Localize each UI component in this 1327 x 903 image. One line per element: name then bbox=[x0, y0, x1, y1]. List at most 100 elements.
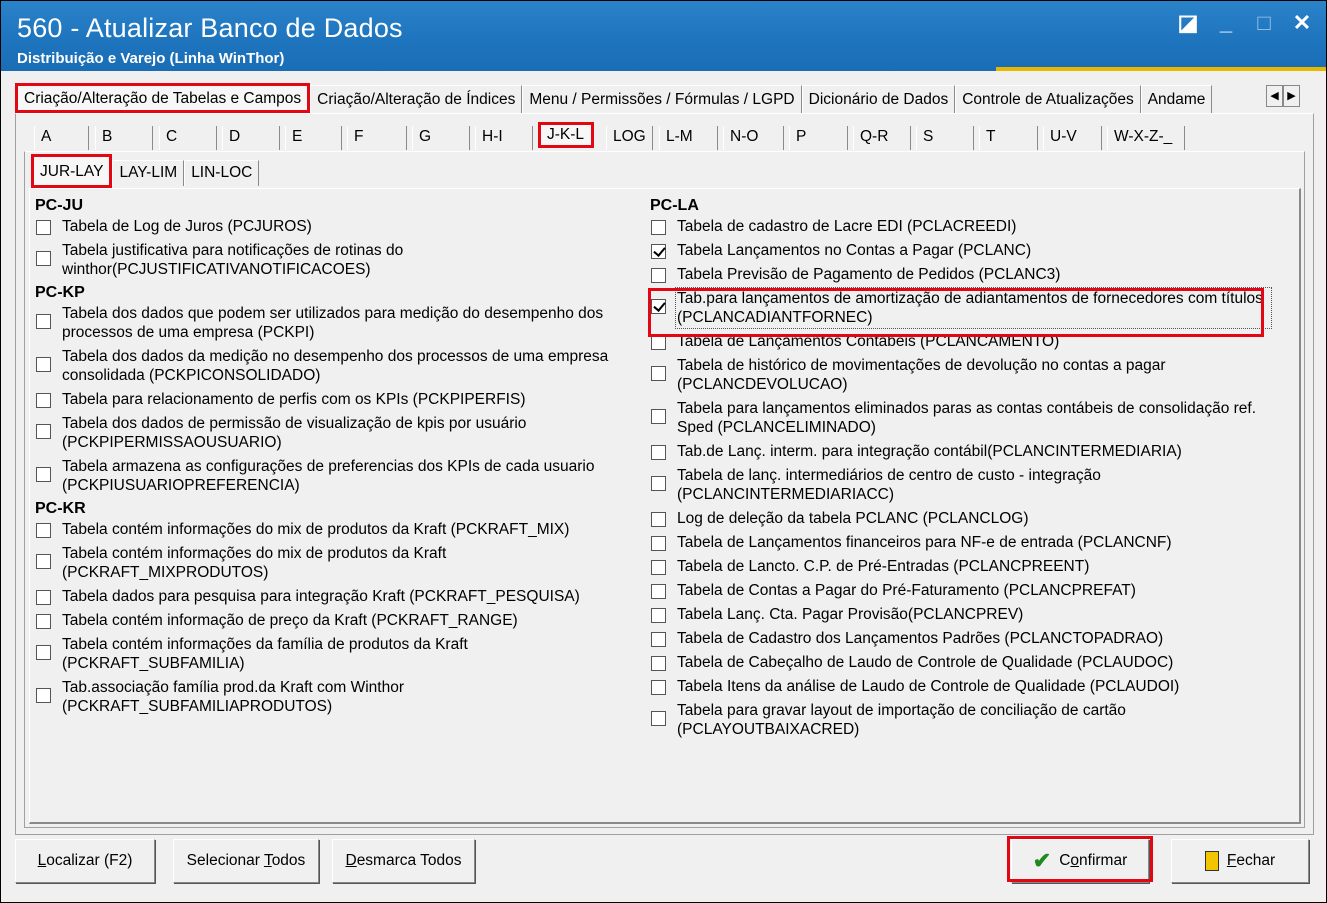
table-checkbox-item[interactable]: Tabela contém informações da família de … bbox=[35, 635, 635, 673]
table-checkbox-item[interactable]: Tabela de Cabeçalho de Laudo de Controle… bbox=[650, 653, 1270, 672]
letter-tab[interactable]: H-I bbox=[475, 126, 533, 150]
checkbox-label: Tabela de Cabeçalho de Laudo de Controle… bbox=[677, 654, 1174, 671]
checkbox[interactable] bbox=[651, 632, 666, 647]
checkbox[interactable] bbox=[36, 523, 51, 538]
table-checkbox-item[interactable]: Tabela contém informação de preço da Kra… bbox=[35, 611, 635, 630]
table-checkbox-item[interactable]: Tabela de Log de Juros (PCJUROS) bbox=[35, 217, 635, 236]
checkbox[interactable] bbox=[36, 393, 51, 408]
table-checkbox-item[interactable]: Tab.associação família prod.da Kraft com… bbox=[35, 678, 635, 716]
sub-tab[interactable]: LAY-LIM bbox=[112, 160, 185, 186]
table-checkbox-item[interactable]: Tabela para relacionamento de perfis com… bbox=[35, 390, 635, 409]
checkbox[interactable] bbox=[36, 357, 51, 372]
checkbox[interactable] bbox=[651, 584, 666, 599]
top-tab[interactable]: Dicionário de Dados bbox=[801, 85, 956, 113]
letter-tab[interactable]: L-M bbox=[659, 126, 718, 150]
table-checkbox-item[interactable]: Tabela de Cadastro dos Lançamentos Padrõ… bbox=[650, 629, 1270, 648]
letter-tab[interactable]: U-V bbox=[1043, 126, 1102, 150]
letter-tab[interactable]: B bbox=[95, 126, 153, 150]
letter-tab[interactable]: W-X-Z-_ bbox=[1107, 126, 1185, 150]
checkbox[interactable] bbox=[651, 335, 666, 350]
table-checkbox-item[interactable]: Tabela de histórico de movimentações de … bbox=[650, 356, 1270, 394]
table-checkbox-item[interactable]: Tabela de Lançamentos financeiros para N… bbox=[650, 533, 1270, 552]
table-checkbox-item[interactable]: Tabela de cadastro de Lacre EDI (PCLACRE… bbox=[650, 217, 1270, 236]
table-checkbox-item[interactable]: Tabela armazena as configurações de pref… bbox=[35, 457, 635, 495]
checkbox[interactable] bbox=[651, 366, 666, 381]
checkbox[interactable] bbox=[36, 590, 51, 605]
table-checkbox-item[interactable]: Tabela dos dados que podem ser utilizado… bbox=[35, 304, 635, 342]
desmarca-todos-button[interactable]: Desmarca Todos bbox=[332, 839, 475, 883]
checkbox[interactable] bbox=[36, 467, 51, 482]
letter-tab[interactable]: P bbox=[789, 126, 848, 150]
table-checkbox-item[interactable]: Tabela Itens da análise de Laudo de Cont… bbox=[650, 677, 1270, 696]
checkbox-label: Tabela de lanç. intermediários de centro… bbox=[677, 467, 1101, 503]
top-tab[interactable]: Andame bbox=[1140, 85, 1213, 113]
checkbox[interactable] bbox=[651, 268, 666, 283]
selecionar-todos-button[interactable]: Selecionar Todos bbox=[173, 839, 319, 883]
checkbox[interactable] bbox=[651, 560, 666, 575]
fechar-button[interactable]: Fechar bbox=[1171, 839, 1309, 883]
checkbox-label: Tabela Lançamentos no Contas a Pagar (PC… bbox=[677, 242, 1032, 259]
table-checkbox-item[interactable]: Tabela dos dados de permissão de visuali… bbox=[35, 414, 635, 452]
letter-tab[interactable]: N-O bbox=[723, 126, 784, 150]
checkbox[interactable] bbox=[36, 251, 51, 266]
checkbox[interactable] bbox=[36, 314, 51, 329]
table-checkbox-item[interactable]: Tabela para lançamentos eliminados paras… bbox=[650, 399, 1270, 437]
letter-tab[interactable]: G bbox=[412, 126, 470, 150]
table-checkbox-item[interactable]: Tabela contém informações do mix de prod… bbox=[35, 520, 635, 539]
checkbox[interactable] bbox=[36, 688, 51, 703]
checkbox[interactable] bbox=[651, 409, 666, 424]
top-tab-strip: Criação/Alteração de Tabelas e Campos Cri… bbox=[15, 83, 1213, 113]
top-tab[interactable]: Menu / Permissões / Fórmulas / LGPD bbox=[522, 85, 802, 113]
maximize-icon[interactable]: □ bbox=[1252, 11, 1276, 35]
letter-tab[interactable]: C bbox=[159, 126, 217, 150]
letter-tab[interactable]: S bbox=[916, 126, 974, 150]
top-tab[interactable]: Controle de Atualizações bbox=[955, 85, 1141, 113]
letter-tab[interactable]: F bbox=[347, 126, 407, 150]
table-checkbox-item[interactable]: Tabela para gravar layout de importação … bbox=[650, 701, 1270, 739]
checkbox[interactable] bbox=[651, 656, 666, 671]
restore-icon[interactable]: ◪ bbox=[1176, 11, 1200, 35]
table-checkbox-item[interactable]: Tabela justificativa para notificações d… bbox=[35, 241, 635, 279]
localizar-button[interactable]: Localizar (F2) bbox=[15, 839, 155, 883]
checkbox[interactable] bbox=[651, 244, 666, 259]
table-checkbox-item[interactable]: Tabela dos dados da medição no desempenh… bbox=[35, 347, 635, 385]
letter-tab[interactable]: LOG bbox=[606, 126, 653, 150]
checkbox[interactable] bbox=[651, 608, 666, 623]
letter-tab[interactable]: D bbox=[222, 126, 280, 150]
sub-tab[interactable]: JUR-LAY bbox=[31, 154, 113, 188]
scroll-left-icon[interactable]: ◀ bbox=[1266, 85, 1283, 107]
checkbox[interactable] bbox=[36, 220, 51, 235]
table-checkbox-item[interactable]: Tab.de Lanç. interm. para integração con… bbox=[650, 442, 1270, 461]
checkbox[interactable] bbox=[651, 711, 666, 726]
letter-tab[interactable]: E bbox=[285, 126, 342, 150]
checkbox[interactable] bbox=[651, 536, 666, 551]
letter-tab[interactable]: T bbox=[979, 126, 1038, 150]
table-checkbox-item[interactable]: Tabela dados para pesquisa para integraç… bbox=[35, 587, 635, 606]
checkbox[interactable] bbox=[651, 680, 666, 695]
checkbox[interactable] bbox=[651, 476, 666, 491]
checkbox[interactable] bbox=[36, 554, 51, 569]
table-checkbox-item[interactable]: Tabela de Contas a Pagar do Pré-Faturame… bbox=[650, 581, 1270, 600]
checkbox[interactable] bbox=[36, 424, 51, 439]
table-checkbox-item[interactable]: Tabela Previsão de Pagamento de Pedidos … bbox=[650, 265, 1270, 284]
letter-tab[interactable]: J-K-L bbox=[538, 122, 594, 148]
minimize-icon[interactable]: _ bbox=[1214, 11, 1238, 35]
checkbox[interactable] bbox=[36, 614, 51, 629]
top-tab[interactable]: Criação/Alteração de Índices bbox=[310, 85, 523, 113]
close-icon[interactable]: ✕ bbox=[1290, 11, 1314, 35]
table-checkbox-item[interactable]: Tabela Lançamentos no Contas a Pagar (PC… bbox=[650, 241, 1270, 260]
checkbox[interactable] bbox=[651, 220, 666, 235]
checkbox[interactable] bbox=[651, 445, 666, 460]
scroll-right-icon[interactable]: ▶ bbox=[1283, 85, 1300, 107]
table-checkbox-item[interactable]: Tabela Lanç. Cta. Pagar Provisão(PCLANCP… bbox=[650, 605, 1270, 624]
top-tab[interactable]: Criação/Alteração de Tabelas e Campos bbox=[15, 83, 311, 113]
checkbox[interactable] bbox=[36, 645, 51, 660]
table-checkbox-item[interactable]: Tabela de lanç. intermediários de centro… bbox=[650, 466, 1270, 504]
letter-tab[interactable]: A bbox=[34, 126, 89, 150]
checkbox[interactable] bbox=[651, 512, 666, 527]
table-checkbox-item[interactable]: Tabela contém informações do mix de prod… bbox=[35, 544, 635, 582]
table-checkbox-item[interactable]: Tabela de Lancto. C.P. de Pré-Entradas (… bbox=[650, 557, 1270, 576]
sub-tab[interactable]: LIN-LOC bbox=[184, 160, 260, 186]
letter-tab[interactable]: Q-R bbox=[853, 126, 911, 150]
table-checkbox-item[interactable]: Log de deleção da tabela PCLANC (PCLANCL… bbox=[650, 509, 1270, 528]
